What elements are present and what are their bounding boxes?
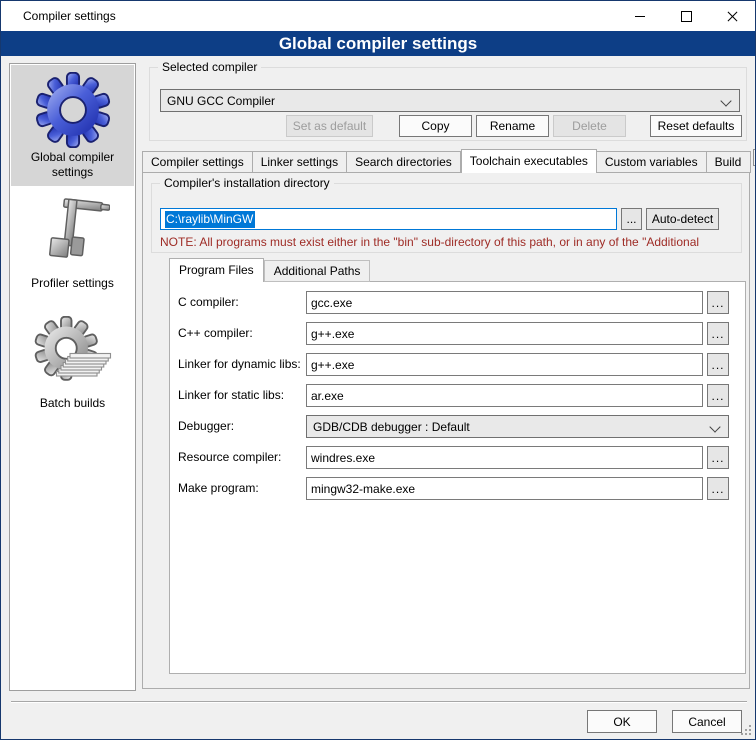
field-row-dynamic-linker: Linker for dynamic libs: g++.exe ...	[170, 353, 745, 376]
field-label: Linker for dynamic libs:	[178, 357, 301, 371]
field-row-c-compiler: C compiler: gcc.exe ...	[170, 291, 745, 314]
field-row-resource-compiler: Resource compiler: windres.exe ...	[170, 446, 745, 469]
resource-compiler-input[interactable]: windres.exe	[306, 446, 703, 469]
program-files-tab-strip: Program Files Additional Paths	[169, 258, 370, 282]
rename-button[interactable]: Rename	[476, 115, 549, 137]
tab-custom-variables[interactable]: Custom variables	[597, 151, 707, 173]
bin-subdirectory-note: NOTE: All programs must exist either in …	[160, 235, 735, 249]
maximize-icon	[681, 11, 692, 22]
gray-gear-stack-icon	[11, 316, 134, 394]
compiler-select[interactable]: GNU GCC Compiler	[160, 89, 740, 112]
sidebar-item-label: Profiler settings	[11, 274, 134, 295]
installation-directory-group: Compiler's installation directory C:\ray…	[151, 183, 742, 253]
copy-button[interactable]: Copy	[399, 115, 472, 137]
compiler-select-value: GNU GCC Compiler	[167, 94, 275, 108]
reset-defaults-button[interactable]: Reset defaults	[650, 115, 742, 137]
selected-compiler-group: Selected compiler GNU GCC Compiler Set a…	[149, 67, 747, 141]
field-value: mingw32-make.exe	[311, 482, 415, 496]
field-label: Make program:	[178, 481, 259, 495]
set-as-default-button[interactable]: Set as default	[286, 115, 373, 137]
make-program-input[interactable]: mingw32-make.exe	[306, 477, 703, 500]
sidebar: Global compiler settings	[9, 63, 136, 691]
tab-toolchain-executables[interactable]: Toolchain executables	[461, 149, 597, 173]
close-icon	[726, 10, 739, 23]
static-linker-input[interactable]: ar.exe	[306, 384, 703, 407]
ok-button[interactable]: OK	[587, 710, 657, 733]
maximize-button[interactable]	[663, 1, 709, 31]
close-button[interactable]	[709, 1, 755, 31]
debugger-select[interactable]: GDB/CDB debugger : Default	[306, 415, 729, 438]
cpp-compiler-input[interactable]: g++.exe	[306, 322, 703, 345]
field-value: windres.exe	[311, 451, 375, 465]
field-label: C compiler:	[178, 295, 239, 309]
field-value: ar.exe	[311, 389, 344, 403]
group-label: Selected compiler	[158, 60, 261, 74]
delete-button[interactable]: Delete	[553, 115, 626, 137]
browse-resource-compiler-button[interactable]: ...	[707, 446, 729, 469]
sidebar-item-label: Global compiler settings	[11, 148, 134, 184]
chevron-down-icon	[709, 421, 720, 432]
tab-program-files[interactable]: Program Files	[169, 258, 264, 282]
field-row-debugger: Debugger: GDB/CDB debugger : Default	[170, 415, 745, 438]
minimize-icon	[635, 16, 645, 17]
field-label: Resource compiler:	[178, 450, 281, 464]
selected-path-text: C:\raylib\MinGW	[165, 211, 255, 228]
blue-gear-icon	[11, 65, 134, 148]
caliper-icon	[11, 194, 134, 274]
sidebar-item-profiler-settings[interactable]: Profiler settings	[11, 194, 134, 302]
cancel-button[interactable]: Cancel	[672, 710, 742, 733]
field-value: g++.exe	[311, 327, 354, 341]
resize-grip[interactable]	[749, 733, 751, 735]
title-bar[interactable]: Compiler settings	[1, 1, 755, 31]
settings-tab-strip: Compiler settings Linker settings Search…	[142, 149, 756, 173]
tab-additional-paths[interactable]: Additional Paths	[264, 260, 371, 282]
page-title: Global compiler settings	[279, 34, 477, 54]
program-files-page: C compiler: gcc.exe ... C++ compiler: g+…	[169, 281, 746, 674]
installation-directory-input[interactable]: C:\raylib\MinGW	[160, 208, 617, 230]
browse-make-program-button[interactable]: ...	[707, 477, 729, 500]
tab-scroll-left-button[interactable]	[753, 149, 756, 166]
field-row-make-program: Make program: mingw32-make.exe ...	[170, 477, 745, 500]
page-header: Global compiler settings	[1, 31, 755, 56]
field-row-cpp-compiler: C++ compiler: g++.exe ...	[170, 322, 745, 345]
browse-static-linker-button[interactable]: ...	[707, 384, 729, 407]
dynamic-linker-input[interactable]: g++.exe	[306, 353, 703, 376]
tab-build-options[interactable]: Build	[707, 151, 751, 173]
field-label: Debugger:	[178, 419, 234, 433]
field-row-static-linker: Linker for static libs: ar.exe ...	[170, 384, 745, 407]
browse-cpp-compiler-button[interactable]: ...	[707, 322, 729, 345]
browse-dynamic-linker-button[interactable]: ...	[707, 353, 729, 376]
sidebar-item-batch-builds[interactable]: Batch builds	[11, 316, 134, 422]
tab-linker-settings[interactable]: Linker settings	[253, 151, 347, 173]
c-compiler-input[interactable]: gcc.exe	[306, 291, 703, 314]
field-label: C++ compiler:	[178, 326, 253, 340]
auto-detect-button[interactable]: Auto-detect	[646, 208, 719, 230]
group-label: Compiler's installation directory	[160, 176, 334, 190]
browse-c-compiler-button[interactable]: ...	[707, 291, 729, 314]
minimize-button[interactable]	[617, 1, 663, 31]
tab-search-directories[interactable]: Search directories	[347, 151, 461, 173]
window-title: Compiler settings	[23, 9, 116, 23]
field-label: Linker for static libs:	[178, 388, 284, 402]
tab-compiler-settings[interactable]: Compiler settings	[142, 151, 253, 173]
footer-divider	[11, 701, 747, 703]
sidebar-item-global-compiler-settings[interactable]: Global compiler settings	[11, 65, 134, 186]
field-value: GDB/CDB debugger : Default	[313, 420, 470, 434]
compiler-settings-dialog: Compiler settings Global compiler settin…	[0, 0, 756, 740]
sidebar-item-label: Batch builds	[11, 394, 134, 415]
chevron-down-icon	[720, 95, 731, 106]
field-value: gcc.exe	[311, 296, 352, 310]
browse-directory-button[interactable]: ...	[621, 208, 642, 230]
field-value: g++.exe	[311, 358, 354, 372]
